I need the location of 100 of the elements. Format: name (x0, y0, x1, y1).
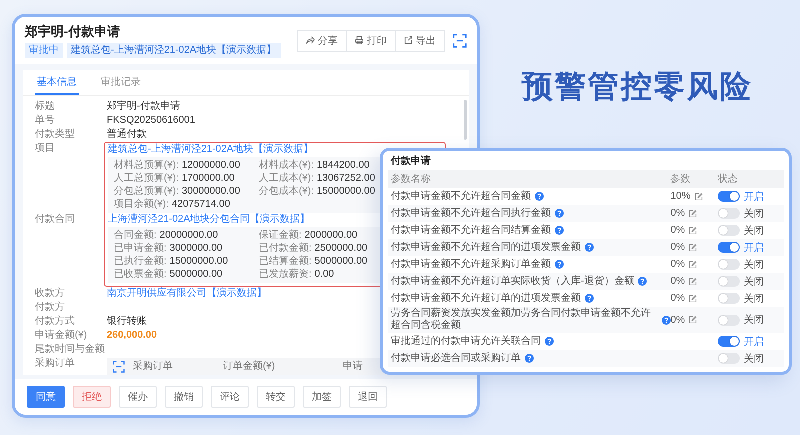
field-label: 付款类型 (35, 128, 76, 142)
share-icon (306, 36, 315, 45)
field-label: 付款合同 (35, 213, 76, 227)
detail-label: 材料总预算(¥): (114, 159, 179, 172)
scrollbar[interactable] (464, 100, 467, 140)
toggle-switch[interactable] (718, 242, 740, 253)
detail-value: 1844200.00 (317, 159, 370, 172)
param-value: 0% (670, 314, 686, 326)
field-label: 标题 (35, 100, 56, 114)
help-icon[interactable] (535, 192, 544, 201)
tab[interactable]: 基本信息 (35, 70, 79, 95)
help-icon[interactable] (585, 243, 594, 252)
edit-icon[interactable] (689, 226, 698, 234)
project-tag: 建筑总包-上海漕河泾21-02A地块【演示数据】 (67, 43, 281, 58)
detail-value: 3000000.00 (170, 242, 223, 255)
edit-icon[interactable] (689, 260, 698, 268)
rule-name: 付款申请必选合同或采购订单 (391, 352, 521, 364)
state-label: 关闭 (744, 314, 764, 327)
edit-icon[interactable] (689, 244, 698, 252)
rule-name: 付款申请金额不允许超订单的进项发票金额 (391, 292, 581, 304)
column-header: 状态 (718, 172, 739, 186)
export-icon (404, 36, 413, 45)
detail-label: 项目余额(¥): (114, 198, 169, 211)
link[interactable]: 上海漕河泾21-02A地块分包合同【演示数据】 (108, 213, 310, 227)
column-header: 采购订单 (133, 360, 174, 374)
help-icon[interactable] (555, 226, 564, 235)
field-label: 收款方 (35, 287, 66, 301)
param-value: 0% (670, 208, 686, 219)
toggle-switch[interactable] (718, 314, 740, 326)
detail-value: 30000000.00 (182, 185, 240, 198)
detail-value: 2500000.00 (314, 242, 368, 255)
detail-label: 合同金额: (114, 229, 157, 242)
help-icon[interactable] (585, 294, 594, 303)
edit-icon[interactable] (689, 316, 698, 324)
export-button[interactable]: 导出 (395, 30, 445, 52)
help-icon[interactable] (662, 316, 671, 324)
state-label: 关闭 (744, 258, 764, 272)
detail-label: 已付款金额: (259, 242, 312, 255)
action-button[interactable]: 加签 (303, 386, 341, 408)
column-header: 申请 (343, 360, 363, 374)
edit-icon[interactable] (689, 278, 698, 286)
state-label: 开启 (744, 336, 764, 348)
detail-label: 已结算金额: (259, 255, 312, 268)
help-icon[interactable] (555, 260, 564, 269)
toggle-switch[interactable] (718, 259, 740, 270)
rule-name: 付款申请金额不允许超合同的进项发票金额 (391, 242, 581, 254)
toggle-switch[interactable] (718, 276, 740, 287)
approve-button[interactable]: 同意 (27, 386, 65, 408)
action-button[interactable]: 催办 (119, 386, 157, 408)
column-header: 参数名称 (391, 172, 432, 186)
detail-value: 12000000.00 (182, 159, 240, 172)
help-icon[interactable] (545, 337, 554, 346)
action-button[interactable]: 撤销 (165, 386, 203, 408)
edit-icon[interactable] (689, 210, 698, 218)
help-icon[interactable] (555, 209, 564, 218)
panel-title: 付款申请 (390, 154, 432, 169)
print-button[interactable]: 打印 (346, 30, 396, 52)
rule-name: 付款申请金额不允许超合同结算金额 (391, 224, 551, 236)
state-label: 关闭 (744, 276, 764, 288)
field-label: 付款方 (35, 301, 66, 315)
param-value: 10% (670, 191, 691, 202)
reject-button[interactable]: 拒绝 (73, 386, 111, 408)
field-label: 申请金额(¥) (35, 329, 88, 343)
detail-label: 分包总预算(¥): (114, 185, 179, 198)
tab[interactable]: 审批记录 (99, 70, 143, 95)
detail-value: 5000000.00 (314, 255, 368, 268)
help-icon[interactable] (525, 354, 534, 363)
action-button[interactable]: 退回 (349, 386, 387, 408)
detail-value: 20000000.00 (160, 229, 218, 242)
share-button[interactable]: 分享 (297, 30, 347, 52)
toggle-switch[interactable] (718, 191, 740, 202)
scan-frame-icon[interactable] (113, 361, 125, 373)
link[interactable]: 南京开明供应有限公司【演示数据】 (107, 287, 267, 301)
edit-icon[interactable] (689, 294, 698, 302)
detail-label: 已收票金额: (114, 268, 167, 281)
state-label: 关闭 (744, 352, 764, 366)
toggle-switch[interactable] (718, 225, 740, 236)
status-tag: 审批中 (25, 43, 63, 58)
field-value: 郑宇明-付款申请 (107, 100, 180, 114)
fullscreen-icon[interactable] (453, 34, 467, 48)
detail-label: 已申请金额: (114, 242, 167, 255)
detail-label: 已发放薪资: (259, 268, 312, 281)
link[interactable]: 建筑总包-上海漕河泾21-02A地块【演示数据】 (108, 143, 314, 157)
edit-icon[interactable] (694, 192, 703, 200)
param-value: 0% (670, 259, 686, 270)
detail-value: 5000000.00 (170, 268, 223, 281)
detail-value: 0.00 (314, 268, 334, 281)
field-value: 普通付款 (107, 128, 147, 142)
state-label: 开启 (744, 190, 764, 204)
toggle-switch[interactable] (718, 353, 740, 364)
param-value: 0% (670, 276, 686, 287)
action-button[interactable]: 评论 (211, 386, 249, 408)
toggle-switch[interactable] (718, 336, 740, 347)
toggle-switch[interactable] (718, 208, 740, 219)
help-icon[interactable] (638, 277, 648, 286)
rule-name: 付款申请金额不允许超合同金额 (391, 190, 531, 202)
state-label: 关闭 (744, 292, 764, 306)
toggle-switch[interactable] (718, 293, 740, 304)
action-button[interactable]: 转交 (257, 386, 295, 408)
state-label: 开启 (744, 242, 764, 254)
